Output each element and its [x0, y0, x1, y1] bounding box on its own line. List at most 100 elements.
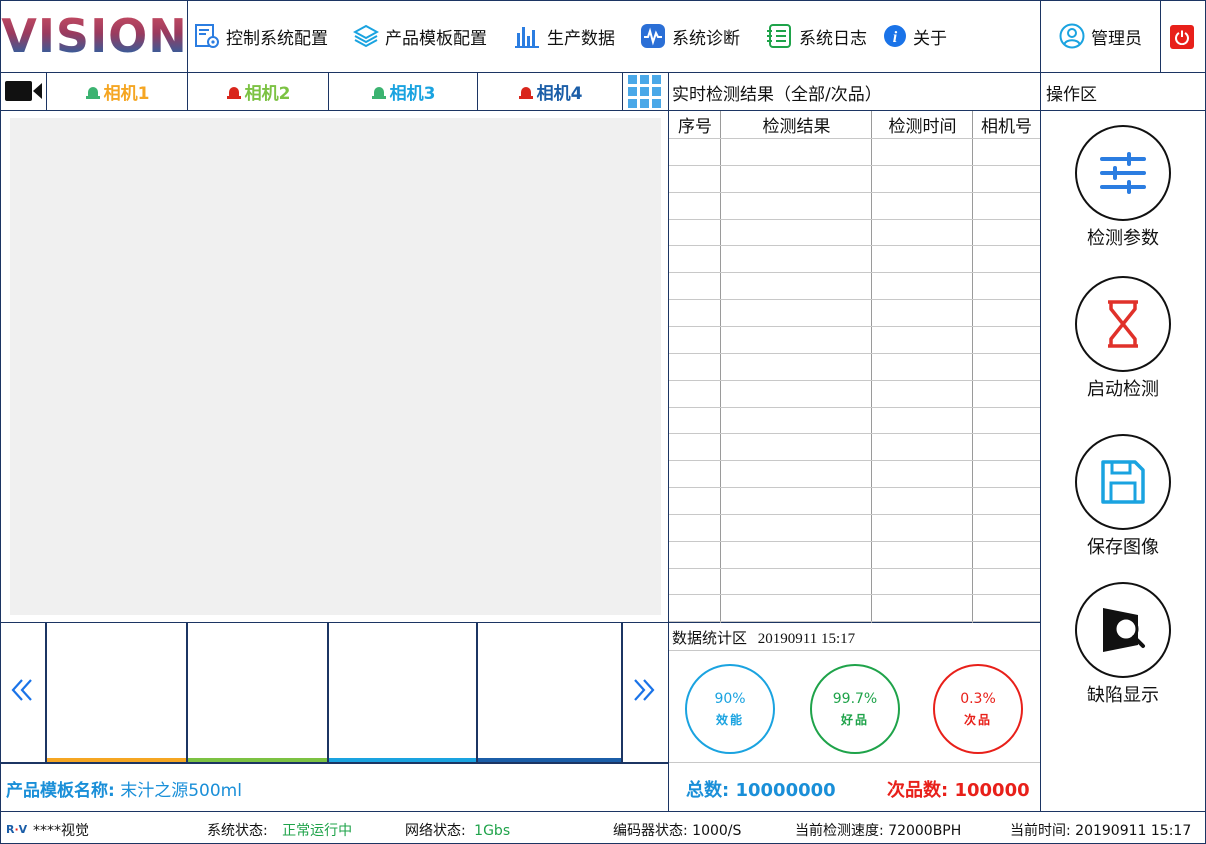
good-rate-gauge: 99.7% 好品: [810, 664, 900, 754]
alarm-light-icon: [518, 86, 533, 99]
total-count-label: 总数:: [686, 780, 730, 801]
table-row-divider: [669, 433, 1040, 434]
table-row-divider: [669, 594, 1040, 595]
system-status-label: 系统状态:: [207, 823, 268, 839]
log-list-icon: [767, 24, 791, 48]
user-menu[interactable]: 管理员: [1059, 20, 1142, 52]
camera-label: 相机3: [389, 84, 436, 104]
table-row-divider: [669, 568, 1040, 569]
defect-rate-gauge: 0.3% 次品: [933, 664, 1023, 754]
save-image-button[interactable]: [1075, 434, 1171, 530]
nav-label: 产品模板配置: [385, 28, 487, 49]
detection-params-button[interactable]: [1075, 125, 1171, 221]
app-logo: VISION: [1, 2, 188, 70]
nav-label: 系统日志: [799, 28, 867, 49]
table-row-divider: [669, 353, 1040, 354]
tab-camera-1[interactable]: 相机1: [47, 73, 187, 110]
svg-text:i: i: [893, 29, 898, 46]
efficiency-gauge: 90% 效能: [685, 664, 775, 754]
layers-icon: [353, 24, 379, 48]
brand-mark: R·V: [6, 823, 28, 836]
power-icon: [1175, 30, 1189, 45]
thumb-next-button[interactable]: [630, 676, 658, 708]
defect-search-icon: [1103, 608, 1145, 652]
nav-label: 生产数据: [547, 28, 615, 49]
operations-title: 操作区: [1046, 85, 1097, 105]
defect-count-value: 100000: [954, 780, 1030, 801]
nav-product-template[interactable]: 产品模板配置: [353, 20, 487, 52]
table-row-divider: [669, 245, 1040, 246]
table-row-divider: [669, 460, 1040, 461]
thumbnail-camera-2[interactable]: [188, 623, 327, 758]
thumb-prev-button[interactable]: [8, 676, 36, 708]
network-status-value: 1Gbs: [474, 823, 511, 839]
network-status: 网络状态: 1Gbs: [405, 820, 510, 840]
defect-display-label: 缺陷显示: [1087, 685, 1159, 706]
results-title: 实时检测结果（全部/次品）: [672, 85, 882, 105]
alarm-light-icon: [85, 86, 100, 99]
nav-production-data[interactable]: 生产数据: [513, 20, 615, 52]
tab-camera-2[interactable]: 相机2: [188, 73, 328, 110]
table-row-divider: [669, 487, 1040, 488]
table-row-divider: [669, 138, 1040, 139]
column-header-time: 检测时间: [888, 117, 957, 137]
save-image-label: 保存图像: [1087, 537, 1159, 558]
product-template-info: 产品模板名称: 末汁之源500ml: [6, 776, 242, 801]
thumbnail-camera-3[interactable]: [329, 623, 476, 758]
table-row-divider: [669, 165, 1040, 166]
column-header-index: 序号: [678, 117, 712, 137]
double-chevron-right-icon: [634, 679, 655, 701]
detection-speed: 当前检测速度: 72000BPH: [795, 823, 962, 839]
camera-label: 相机1: [103, 84, 150, 104]
nav-system-log[interactable]: 系统日志: [765, 20, 867, 52]
thumbnail-camera-4[interactable]: [478, 623, 621, 758]
control-config-icon: [195, 24, 219, 48]
grid-view-button[interactable]: [628, 75, 661, 112]
grid-icon: [628, 75, 661, 108]
stats-header: 数据统计区 20190911 15:17: [672, 627, 855, 648]
nav-label: 系统诊断: [672, 28, 740, 49]
defect-count-label: 次品数:: [887, 780, 949, 801]
nav-about[interactable]: i 关于: [883, 20, 947, 52]
nav-label: 控制系统配置: [226, 28, 328, 49]
table-row-divider: [669, 541, 1040, 542]
product-template-label: 产品模板名称:: [6, 781, 115, 801]
nav-label: 关于: [913, 28, 947, 49]
video-camera-icon: [5, 81, 42, 101]
save-icon: [1101, 460, 1145, 504]
defect-display-button[interactable]: [1075, 582, 1171, 678]
power-button[interactable]: [1170, 25, 1194, 49]
sliders-icon: [1100, 152, 1146, 194]
column-header-result: 检测结果: [762, 117, 831, 137]
table-row-divider: [669, 219, 1040, 220]
table-row-divider: [669, 621, 1040, 622]
network-status-label: 网络状态:: [405, 823, 466, 839]
product-template-value: 末汁之源500ml: [120, 781, 242, 801]
system-status: 系统状态: 正常运行中: [207, 820, 352, 840]
table-row-divider: [669, 326, 1040, 327]
video-toggle-button[interactable]: [5, 80, 43, 106]
table-row-divider: [669, 272, 1040, 273]
camera-label: 相机4: [536, 84, 583, 104]
tab-camera-4[interactable]: 相机4: [478, 73, 622, 110]
system-status-value: 正常运行中: [282, 823, 353, 839]
camera-label: 相机2: [244, 84, 291, 104]
efficiency-value: 90%: [714, 690, 746, 707]
nav-diagnosis[interactable]: 系统诊断: [640, 20, 740, 52]
detection-params-label: 检测参数: [1087, 228, 1159, 249]
start-detection-button[interactable]: [1075, 276, 1171, 372]
tab-camera-3[interactable]: 相机3: [329, 73, 477, 110]
alarm-light-icon: [226, 86, 241, 99]
defect-rate-label: 次品: [963, 712, 992, 727]
thumbnail-camera-1[interactable]: [47, 623, 186, 758]
user-label: 管理员: [1091, 28, 1142, 49]
nav-control-config[interactable]: 控制系统配置: [194, 20, 328, 52]
encoder-status: 编码器状态: 1000/S: [613, 823, 742, 839]
defect-count: 次品数: 100000: [887, 776, 1030, 802]
start-detection-label: 启动检测: [1087, 379, 1159, 400]
defect-rate-value: 0.3%: [960, 690, 996, 707]
table-row-divider: [669, 407, 1040, 408]
logo-text: VISION: [1, 9, 188, 63]
user-icon: [1059, 23, 1085, 49]
camera-image-viewport[interactable]: [10, 118, 661, 615]
